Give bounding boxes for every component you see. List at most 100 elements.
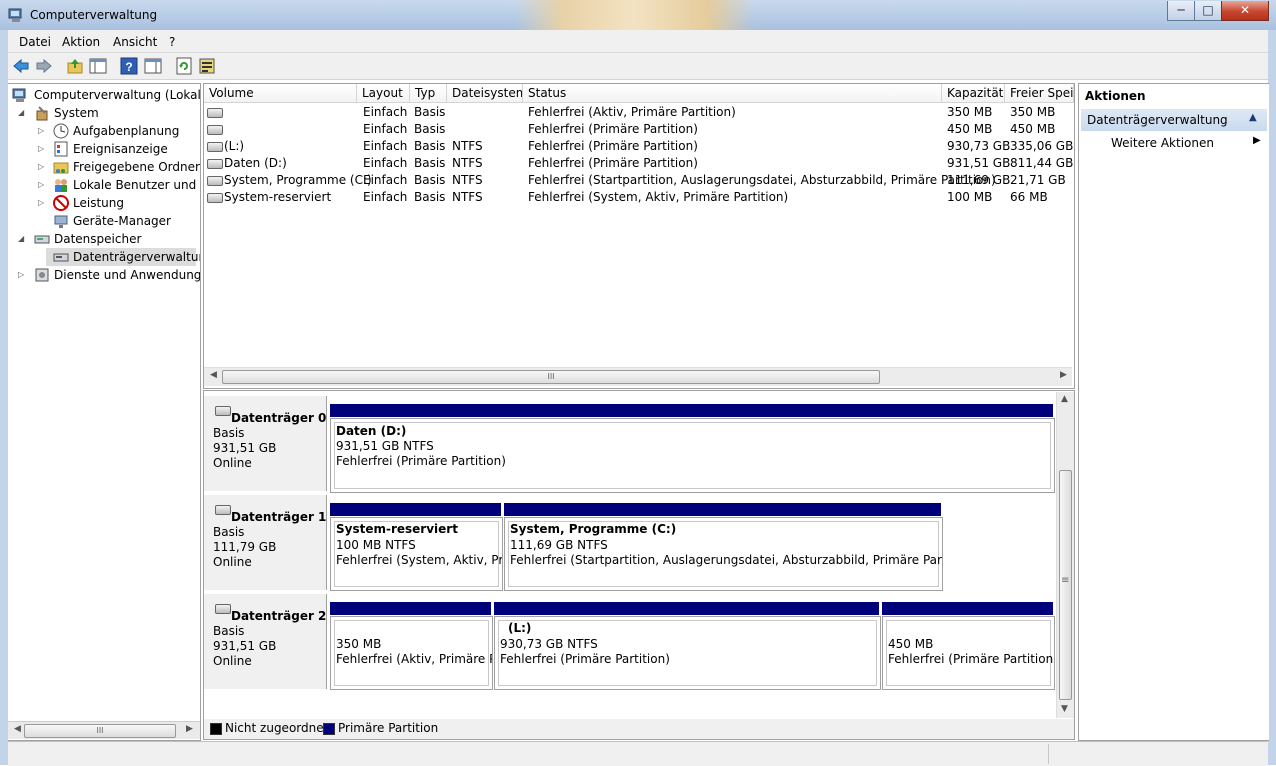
volume-icon xyxy=(207,159,223,169)
forward-arrow-icon[interactable] xyxy=(35,57,53,75)
partition-system-programme-c[interactable]: System, Programme (C:) 111,69 GB NTFS Fe… xyxy=(504,517,943,591)
status-bar xyxy=(8,741,1268,766)
storage-icon xyxy=(34,235,50,244)
up-folder-icon[interactable] xyxy=(66,57,84,75)
computer-management-icon xyxy=(12,88,26,102)
table-row[interactable]: Einfach Basis Fehlerfrei (Primäre Partitio… xyxy=(204,121,1074,138)
cell-typ: Basis xyxy=(414,105,446,119)
column-header-kapazitaet[interactable]: Kapazität xyxy=(942,84,1005,103)
column-header-typ[interactable]: Typ xyxy=(410,84,447,103)
cell-volume: System-reserviert xyxy=(224,190,332,204)
table-row[interactable]: Daten (D:) Einfach Basis NTFS Fehlerfrei (Pr… xyxy=(204,155,1074,172)
collapsed-arrow-icon[interactable]: ▷ xyxy=(38,158,46,176)
show-hide-tree-icon[interactable] xyxy=(89,57,107,75)
table-row[interactable]: System, Programme (C:) Einfach Basis NTFS Fe… xyxy=(204,172,1074,189)
collapsed-arrow-icon[interactable]: ▷ xyxy=(18,266,26,284)
expanded-arrow-icon[interactable]: ◢ xyxy=(18,104,26,122)
collapsed-arrow-icon[interactable]: ▷ xyxy=(38,122,46,140)
scroll-right-icon[interactable]: ▶ xyxy=(186,724,193,734)
actions-section-datentraegerverwaltung[interactable]: Datenträgerverwaltung ▲ xyxy=(1081,109,1267,131)
collapsed-arrow-icon[interactable]: ▷ xyxy=(38,140,46,158)
cell-freier-speicher: 335,06 GB xyxy=(1010,139,1074,153)
status-divider xyxy=(1048,744,1049,764)
column-header-volume[interactable]: Volume xyxy=(204,84,357,103)
disk-name: Datenträger 1 xyxy=(231,510,327,524)
tree-horizontal-scrollbar[interactable]: ◀ III ▶ xyxy=(8,721,200,739)
partition-bar xyxy=(330,503,501,516)
cell-status: Fehlerfrei (Aktiv, Primäre Partition) xyxy=(528,105,736,119)
column-header-status[interactable]: Status xyxy=(523,84,942,103)
properties-icon[interactable] xyxy=(198,57,216,75)
cell-layout: Einfach xyxy=(363,139,408,153)
refresh-icon[interactable] xyxy=(175,57,193,75)
table-row[interactable]: Einfach Basis Fehlerfrei (Aktiv, Primäre P… xyxy=(204,104,1074,121)
scroll-thumb[interactable]: III xyxy=(24,724,176,738)
menu-ansicht[interactable]: Ansicht xyxy=(113,35,157,49)
expanded-arrow-icon[interactable]: ◢ xyxy=(18,230,26,248)
partition-system-reserviert[interactable]: System-reserviert 100 MB NTFS Fehlerfrei… xyxy=(330,517,503,591)
help-icon[interactable]: ? xyxy=(120,57,138,75)
maximize-button[interactable]: □ xyxy=(1194,1,1222,21)
services-icon xyxy=(35,268,49,282)
collapse-up-icon[interactable]: ▲ xyxy=(1249,112,1257,123)
cell-typ: Basis xyxy=(414,190,446,204)
disk-0-label[interactable]: Datenträger 0 Basis 931,51 GB Online xyxy=(204,396,327,491)
minimize-button[interactable]: ─ xyxy=(1167,1,1195,21)
table-row[interactable]: System-reserviert Einfach Basis NTFS Fehlerf… xyxy=(204,189,1074,206)
collapsed-arrow-icon[interactable]: ▷ xyxy=(38,194,46,212)
scroll-left-icon[interactable]: ◀ xyxy=(210,370,217,380)
disk-view-vertical-scrollbar[interactable]: ▲ ≡ ▼ xyxy=(1056,392,1074,718)
menu-help[interactable]: ? xyxy=(169,35,175,49)
disk-1-label[interactable]: Datenträger 1 Basis 111,79 GB Online xyxy=(204,495,327,590)
close-button[interactable]: ✕ xyxy=(1221,1,1269,21)
partition-450mb[interactable]: 450 MB Fehlerfrei (Primäre Partition) xyxy=(882,616,1055,690)
column-header-dateisystem[interactable]: Dateisystem xyxy=(447,84,523,103)
tree-item-datentraegerverwaltung[interactable]: Datenträgerverwaltung xyxy=(46,248,200,266)
partition-size: 450 MB xyxy=(888,637,934,651)
cell-status: Fehlerfrei (Startpartition, Auslagerungs… xyxy=(528,173,996,187)
volume-icon xyxy=(207,193,223,203)
scroll-thumb[interactable]: ≡ xyxy=(1059,470,1072,700)
back-arrow-icon[interactable] xyxy=(12,57,30,75)
cell-layout: Einfach xyxy=(363,173,408,187)
scroll-down-icon[interactable]: ▼ xyxy=(1061,704,1068,714)
cell-volume: System, Programme (C:) xyxy=(224,173,372,187)
computer-management-icon xyxy=(8,8,22,22)
scroll-left-icon[interactable]: ◀ xyxy=(14,724,21,734)
console-tree-icon[interactable] xyxy=(144,57,162,75)
cell-typ: Basis xyxy=(414,139,446,153)
hard-disk-icon xyxy=(215,406,231,416)
disk-name: Datenträger 0 xyxy=(231,411,327,425)
disk-2-label[interactable]: Datenträger 2 Basis 931,51 GB Online xyxy=(204,594,327,689)
partition-daten-d[interactable]: Daten (D:) 931,51 GB NTFS Fehlerfrei (Pr… xyxy=(330,418,1055,493)
tree-label: Leistung xyxy=(73,196,124,210)
scroll-up-icon[interactable]: ▲ xyxy=(1061,394,1068,404)
column-header-freier-speicher[interactable]: Freier Speic xyxy=(1005,84,1074,103)
disk-type: Basis xyxy=(213,426,245,440)
menu-aktion[interactable]: Aktion xyxy=(62,35,100,49)
action-weitere-aktionen[interactable]: Weitere Aktionen ▶ xyxy=(1083,134,1267,152)
collapsed-arrow-icon[interactable]: ▷ xyxy=(38,176,46,194)
actions-section-label: Datenträgerverwaltung xyxy=(1087,113,1228,127)
menu-datei[interactable]: Datei xyxy=(19,35,51,49)
tree-label: Datenträgerverwaltung xyxy=(73,250,201,264)
partition-title: System, Programme (C:) xyxy=(510,522,677,536)
partition-bar xyxy=(504,503,941,516)
table-row[interactable]: (L:) Einfach Basis NTFS Fehlerfrei (Primäre … xyxy=(204,138,1074,155)
shared-folder-icon xyxy=(53,162,69,174)
scroll-right-icon[interactable]: ▶ xyxy=(1060,370,1067,380)
cell-kapazitaet: 350 MB xyxy=(947,105,993,119)
volume-list: Volume Layout Typ Dateisystem Status Kap… xyxy=(203,83,1075,389)
cell-kapazitaet: 100 MB xyxy=(947,190,993,204)
cell-kapazitaet: 111,69 GB xyxy=(947,173,1011,187)
cell-status: Fehlerfrei (Primäre Partition) xyxy=(528,139,698,153)
scroll-thumb[interactable]: III xyxy=(222,370,880,384)
partition-350mb[interactable]: 350 MB Fehlerfrei (Aktiv, Primäre Par xyxy=(330,616,493,690)
volume-list-horizontal-scrollbar[interactable]: ◀ III ▶ xyxy=(204,367,1072,386)
partition-title: Daten (D:) xyxy=(336,424,407,438)
action-label: Weitere Aktionen xyxy=(1111,136,1214,150)
column-header-layout[interactable]: Layout xyxy=(357,84,410,103)
primary-partition-swatch xyxy=(323,723,335,735)
partition-l[interactable]: (L:) 930,73 GB NTFS Fehlerfrei (Primäre … xyxy=(494,616,881,690)
volume-icon xyxy=(207,125,223,135)
